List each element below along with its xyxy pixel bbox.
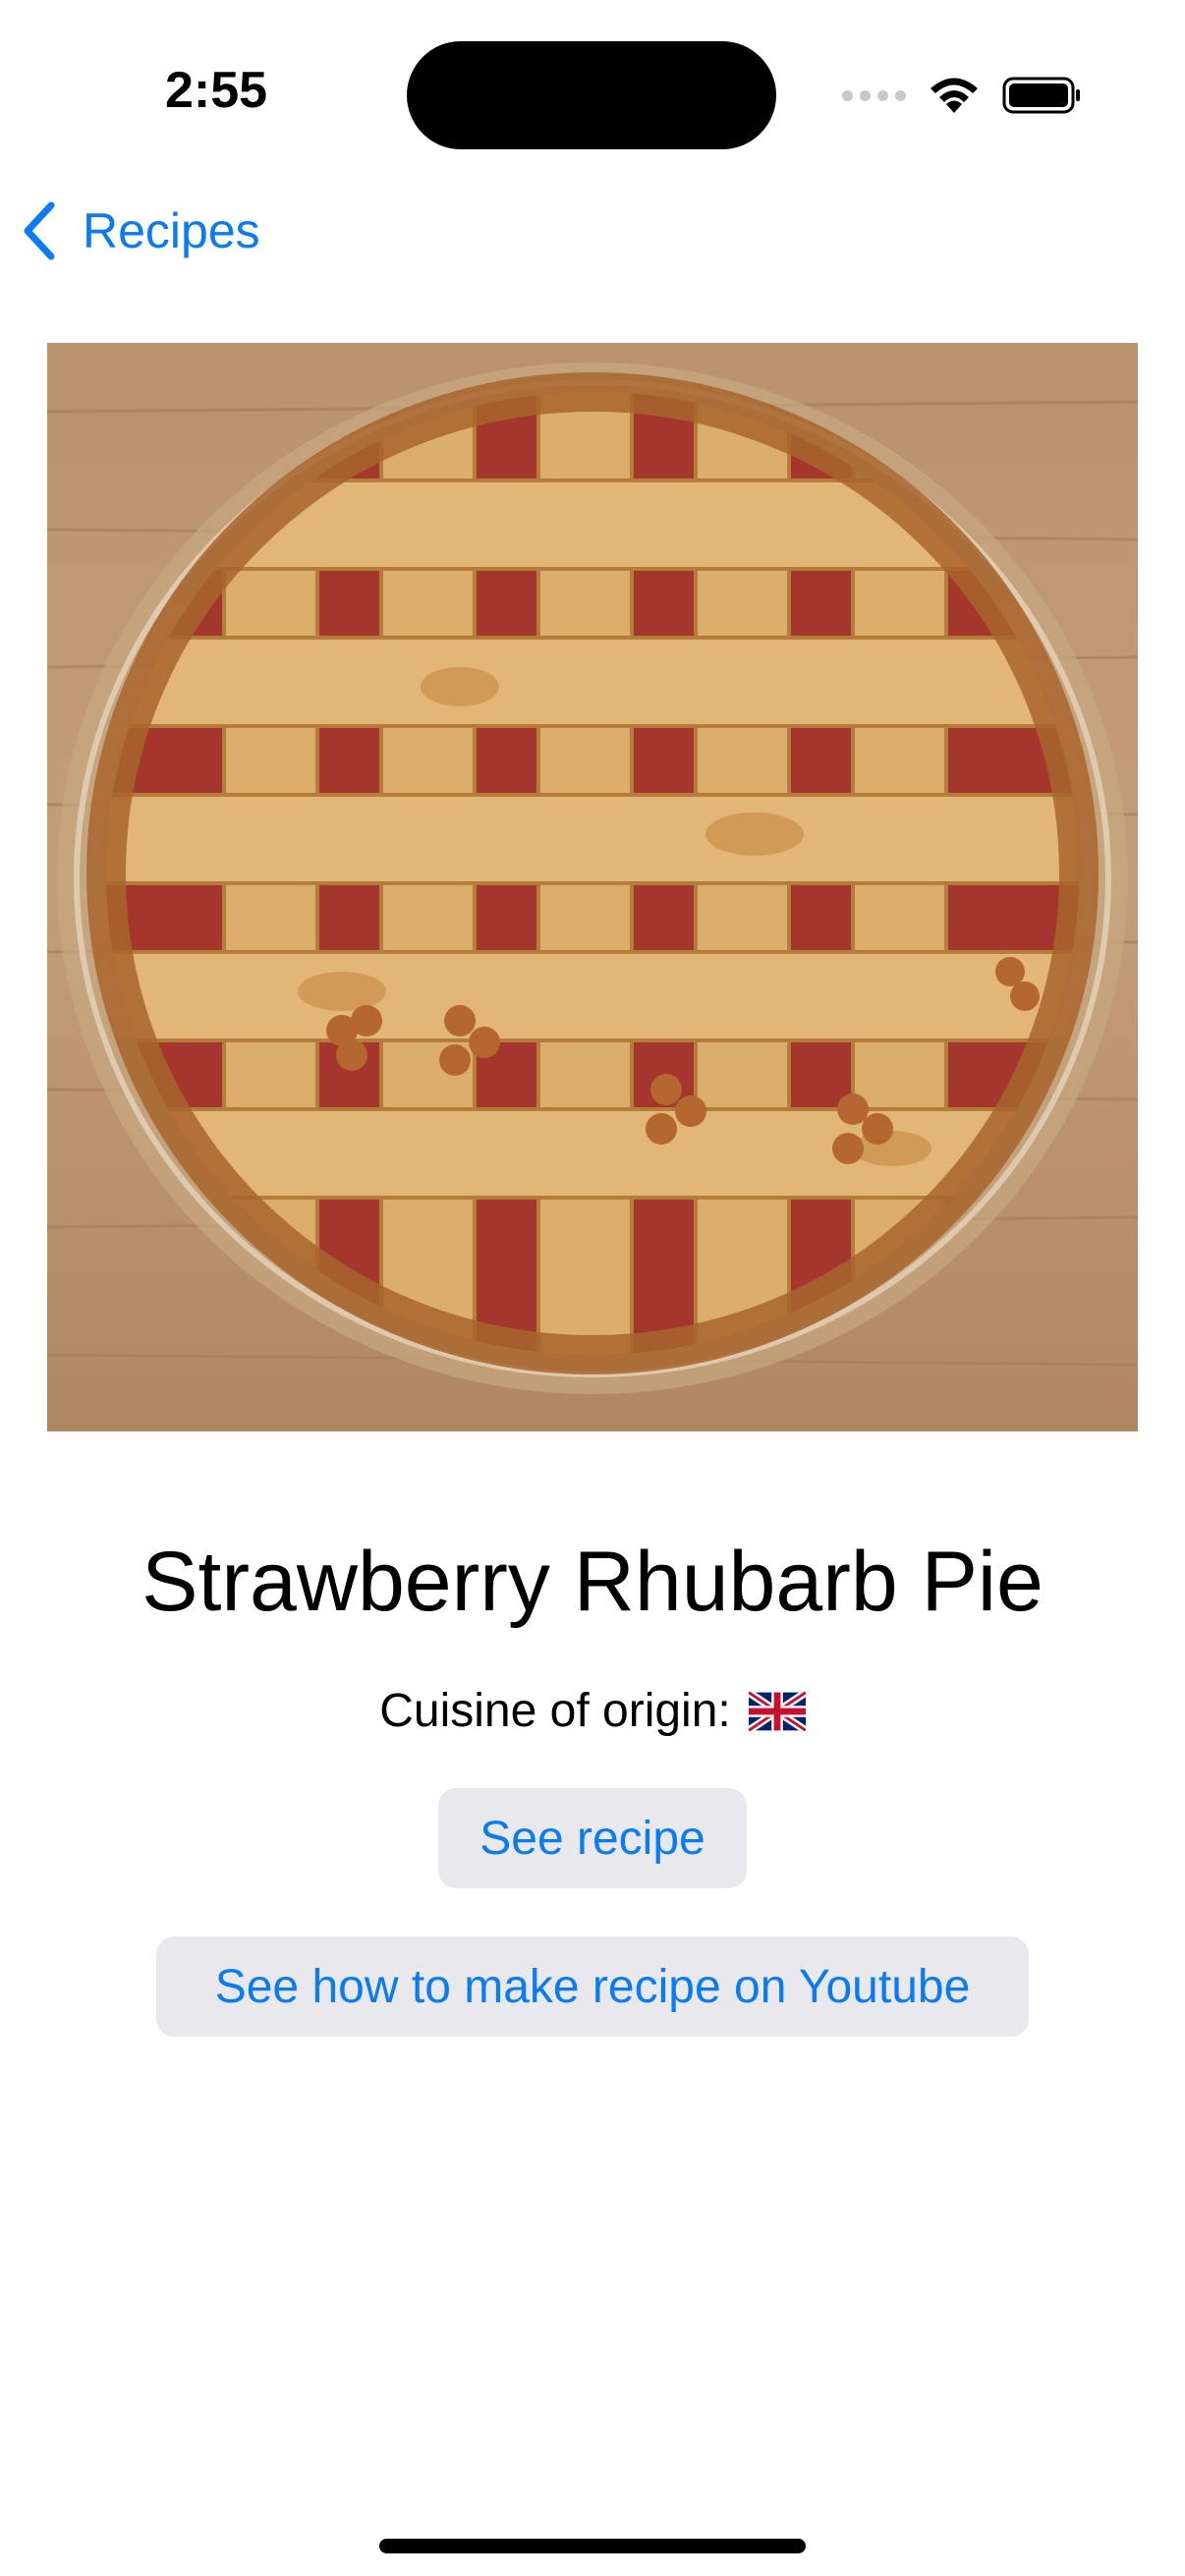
back-button-label: Recipes [83, 203, 260, 258]
back-button[interactable]: Recipes [22, 196, 260, 265]
status-time: 2:55 [165, 62, 268, 119]
wifi-icon [931, 78, 978, 113]
status-icons [842, 71, 1083, 120]
cuisine-label: Cuisine of origin: [379, 1685, 731, 1737]
cuisine-row: Cuisine of origin: [0, 1681, 1185, 1742]
see-recipe-button[interactable]: See recipe [438, 1788, 747, 1888]
chevron-left-icon [24, 201, 55, 260]
battery-icon [1002, 77, 1080, 114]
recipe-image [47, 343, 1138, 1431]
uk-flag-icon [748, 1692, 806, 1731]
see-youtube-button[interactable]: See how to make recipe on Youtube [156, 1936, 1029, 2037]
recipe-title: Strawberry Rhubarb Pie [141, 1535, 1044, 1629]
dynamic-island [407, 41, 776, 149]
home-indicator[interactable] [379, 2539, 806, 2553]
cellular-signal-icon [842, 89, 906, 101]
